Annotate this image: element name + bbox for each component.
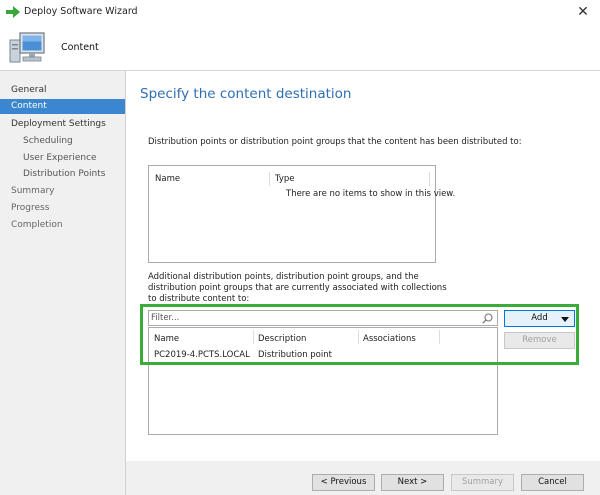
filter-box[interactable] bbox=[148, 310, 498, 326]
filter-input[interactable] bbox=[151, 312, 471, 324]
page-title: Specify the content destination bbox=[140, 86, 352, 102]
header-title: Content bbox=[61, 42, 99, 53]
column-header-description[interactable]: Description bbox=[258, 334, 306, 344]
nav-item-completion[interactable]: Completion bbox=[0, 218, 125, 233]
nav-item-distribution-points[interactable]: Distribution Points bbox=[0, 167, 125, 182]
green-arrow-icon bbox=[6, 6, 20, 18]
additional-list[interactable]: Name Description Associations PC2019-4.P… bbox=[148, 327, 498, 435]
nav-item-deployment-settings[interactable]: Deployment Settings bbox=[0, 117, 125, 132]
nav-item-content[interactable]: Content bbox=[0, 99, 125, 114]
wizard-nav: General Content Deployment Settings Sche… bbox=[0, 71, 126, 495]
add-button-label: Add bbox=[531, 313, 548, 323]
column-divider bbox=[269, 172, 270, 186]
column-header-name[interactable]: Name bbox=[155, 174, 180, 184]
cancel-button[interactable]: Cancel bbox=[521, 474, 584, 491]
column-header-type[interactable]: Type bbox=[275, 174, 295, 184]
nav-item-summary[interactable]: Summary bbox=[0, 184, 125, 199]
column-divider bbox=[439, 330, 440, 344]
remove-button[interactable]: Remove bbox=[504, 332, 575, 349]
distributed-label: Distribution points or distribution poin… bbox=[148, 137, 522, 147]
window-title: Deploy Software Wizard bbox=[24, 6, 138, 17]
computer-icon bbox=[9, 32, 45, 63]
nav-item-scheduling[interactable]: Scheduling bbox=[0, 134, 125, 149]
nav-item-general[interactable]: General bbox=[0, 83, 125, 98]
column-divider bbox=[358, 330, 359, 344]
next-button[interactable]: Next > bbox=[381, 474, 444, 491]
row-name: PC2019-4.PCTS.LOCAL bbox=[154, 350, 250, 360]
search-icon[interactable] bbox=[482, 313, 493, 324]
previous-button[interactable]: < Previous bbox=[312, 474, 375, 491]
empty-list-message: There are no items to show in this view. bbox=[286, 189, 456, 199]
dropdown-arrow-icon bbox=[561, 317, 569, 322]
distributed-list[interactable]: Name Type bbox=[148, 165, 436, 263]
column-header-name[interactable]: Name bbox=[154, 334, 179, 344]
column-divider bbox=[253, 330, 254, 344]
row-description: Distribution point bbox=[258, 350, 332, 360]
nav-item-user-experience[interactable]: User Experience bbox=[0, 151, 125, 166]
add-button[interactable]: Add bbox=[504, 310, 575, 327]
nav-item-progress[interactable]: Progress bbox=[0, 201, 125, 216]
close-icon[interactable]: ✕ bbox=[572, 2, 594, 22]
summary-button[interactable]: Summary bbox=[451, 474, 514, 491]
additional-label: Additional distribution points, distribu… bbox=[148, 272, 447, 304]
column-divider bbox=[429, 172, 430, 186]
column-header-associations[interactable]: Associations bbox=[363, 334, 416, 344]
